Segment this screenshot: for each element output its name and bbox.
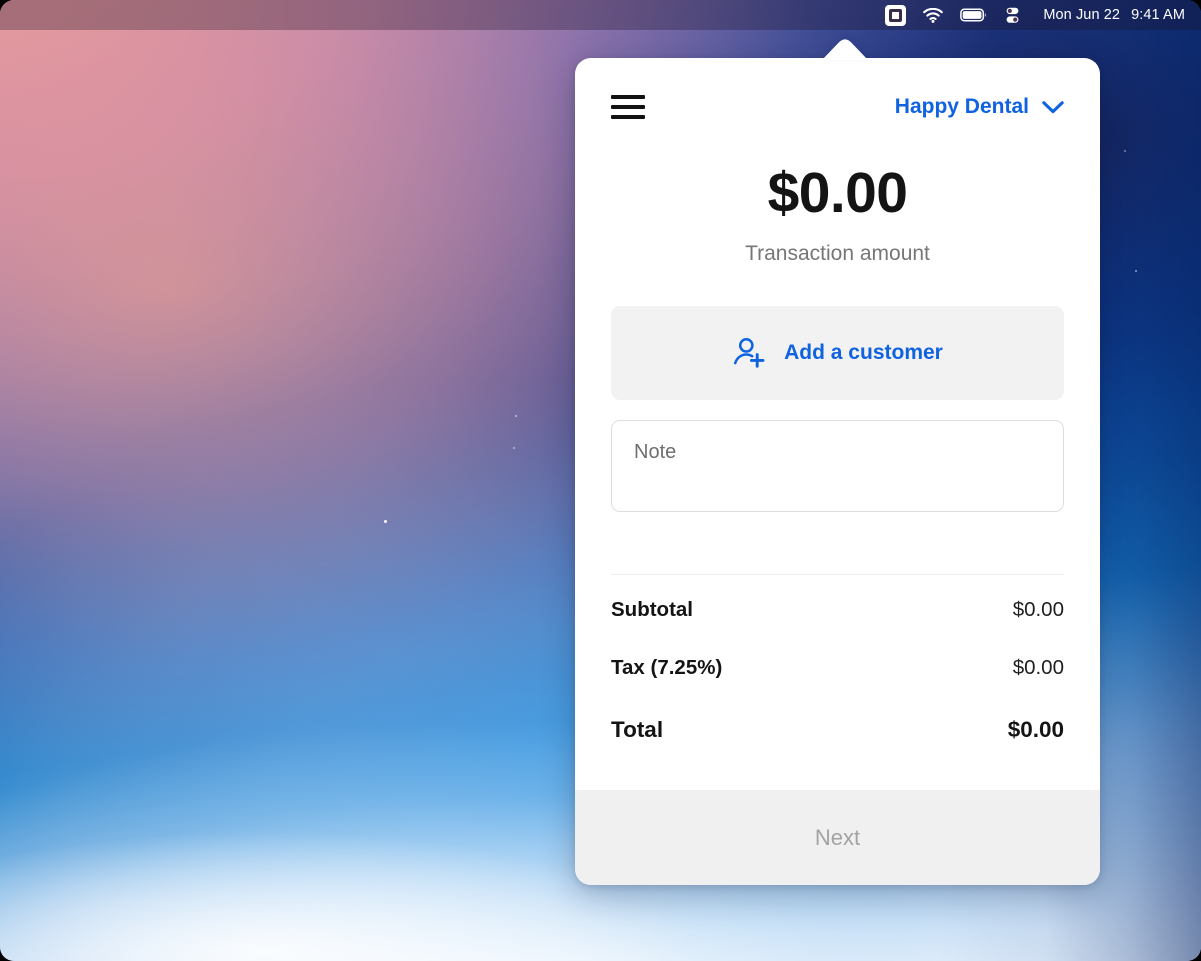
wallpaper-sparkle: [513, 447, 515, 449]
hamburger-menu-icon[interactable]: [611, 94, 647, 120]
merchant-selector[interactable]: Happy Dental: [895, 95, 1064, 119]
menu-bar-clock[interactable]: Mon Jun 22 9:41 AM: [1043, 7, 1185, 23]
battery-icon[interactable]: [960, 8, 987, 22]
merchant-name: Happy Dental: [894, 95, 1029, 118]
wallpaper-sparkle: [1135, 270, 1137, 272]
transaction-amount: $0.00: [767, 161, 908, 225]
totals-divider: [611, 574, 1064, 575]
totals-row-subtotal: Subtotal $0.00: [611, 581, 1064, 639]
subtotal-label: Subtotal: [611, 598, 693, 621]
totals-list: Subtotal $0.00 Tax (7.25%) $0.00 Total $…: [611, 581, 1064, 760]
payment-popover: Happy Dental $0.00 Transaction amount Ad…: [575, 58, 1100, 885]
wallpaper-sparkle: [1124, 150, 1126, 152]
totals-row-total: Total $0.00: [611, 697, 1064, 760]
add-customer-button[interactable]: Add a customer: [611, 306, 1064, 400]
control-center-icon[interactable]: [1004, 7, 1021, 24]
wallpaper-sparkle: [515, 415, 517, 417]
tax-value: $0.00: [1012, 656, 1064, 679]
tax-label: Tax (7.25%): [611, 656, 723, 679]
popover-arrow: [822, 39, 868, 60]
popover-header: Happy Dental: [611, 58, 1064, 120]
add-customer-label: Add a customer: [784, 341, 943, 364]
note-field[interactable]: [611, 420, 1064, 512]
wifi-icon[interactable]: [923, 7, 944, 23]
menu-bar-date: Mon Jun 22: [1043, 7, 1121, 23]
note-input[interactable]: [634, 441, 1041, 491]
next-button-label: Next: [814, 824, 861, 850]
next-button[interactable]: Next: [575, 790, 1100, 885]
transaction-amount-label: Transaction amount: [745, 242, 930, 265]
total-value: $0.00: [1007, 717, 1064, 742]
menu-bar: Mon Jun 22 9:41 AM: [0, 0, 1201, 30]
subtotal-value: $0.00: [1012, 598, 1064, 621]
chevron-down-icon: [1042, 100, 1064, 113]
popover-body: Happy Dental $0.00 Transaction amount Ad…: [575, 58, 1100, 790]
square-app-icon[interactable]: [885, 4, 907, 26]
menu-bar-time: 9:41 AM: [1131, 7, 1185, 23]
menu-bar-status-items: Mon Jun 22 9:41 AM: [885, 4, 1185, 26]
total-label: Total: [611, 717, 664, 742]
person-add-icon: [734, 338, 765, 368]
desktop: Mon Jun 22 9:41 AM Happy Dental $0.00 Tr…: [0, 0, 1201, 961]
wallpaper-sparkle: [384, 520, 387, 523]
totals-row-tax: Tax (7.25%) $0.00: [611, 639, 1064, 697]
